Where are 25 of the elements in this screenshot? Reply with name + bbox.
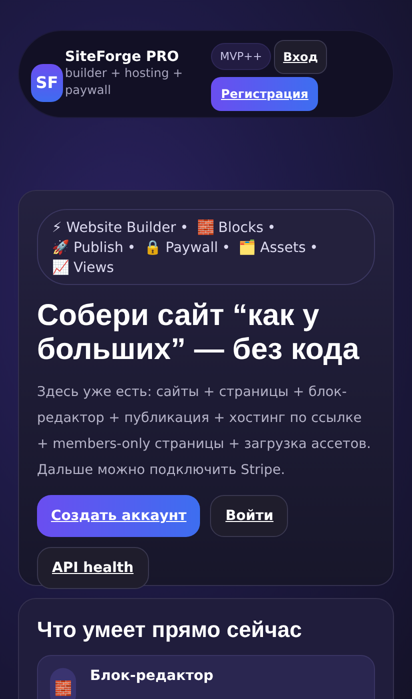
action-button[interactable]: Войти <box>210 495 288 537</box>
feature-label: 🧱 Blocks <box>196 220 264 236</box>
version-badge: MVP++ <box>211 43 272 70</box>
hero-title: Собери сайт “как у больших” — без кода <box>37 299 360 367</box>
separator-dot: • <box>127 240 136 256</box>
brand-name: SiteForge PRO <box>65 48 180 64</box>
section-title: Что умеет прямо сейчас <box>37 617 303 643</box>
logo-badge: SF <box>31 64 63 102</box>
feature-label: 🔒 Paywall <box>144 240 218 256</box>
login-button[interactable]: Вход <box>274 40 327 74</box>
feature-label: ⚡ Website Builder <box>52 220 176 236</box>
feature-label: 📈 Views <box>52 260 114 276</box>
separator-dot: • <box>222 240 230 256</box>
feature-label: 🗂 Assets <box>238 240 306 256</box>
register-button[interactable]: Регистрация <box>211 76 318 110</box>
separator-dot: • <box>180 220 188 236</box>
feature-label: 🚀 Publish <box>52 240 124 256</box>
separator-dot: • <box>310 240 318 256</box>
brand-tagline: builder + hosting + paywall <box>65 64 184 98</box>
blocks-icon: 🧱 <box>50 668 76 699</box>
capability-title: Блок-редактор <box>90 668 214 684</box>
action-button[interactable]: API health <box>37 547 149 589</box>
separator-dot: • <box>267 220 276 236</box>
hero-description: Здесь уже есть: сайты + страницы + блок-редактор + публикация + хостинг по ссылке + members-only страницы + загрузка ассетов. Дальше можно подключить Stripe. <box>37 383 372 480</box>
signup-button[interactable]: Создать аккаунт <box>37 495 200 537</box>
